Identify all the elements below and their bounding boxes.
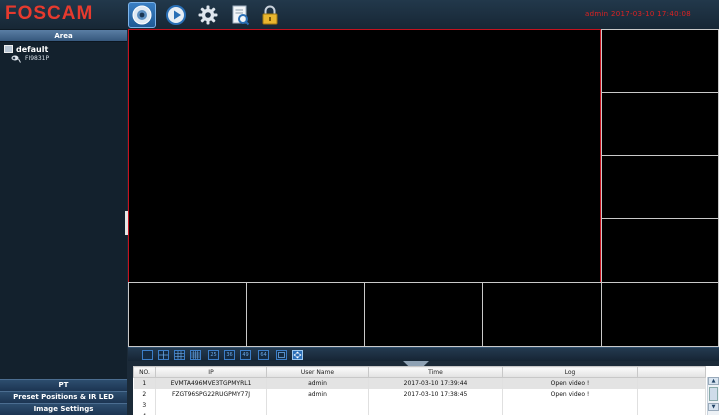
- cell-time: 2017-03-10 17:38:45: [368, 388, 503, 400]
- cell-ip: FZGT96SPG22RUGPMY77J: [155, 388, 267, 400]
- cell-user: [266, 399, 369, 411]
- layout-toolbar: 25 36 49 64: [128, 347, 719, 361]
- cell-user: admin: [266, 377, 369, 389]
- table-row[interactable]: 1 EVMTA496MVE3TGPMYRL1 admin 2017-03-10 …: [133, 377, 706, 389]
- column-header-ip[interactable]: IP: [155, 366, 267, 378]
- user-time-status: admin 2017-03-10 17:40:08: [584, 10, 691, 18]
- log-table: NO. IP User Name Time Log 1 EVMTA496MVE3…: [133, 366, 706, 415]
- cell-ip: [155, 410, 267, 415]
- layout-4-button[interactable]: [158, 350, 169, 360]
- grid-16-icon: [191, 351, 200, 359]
- tree-group-default[interactable]: default: [4, 44, 123, 54]
- grid-9-icon: [175, 351, 184, 359]
- foscam-logo: FOSCAM: [5, 3, 94, 24]
- live-view-button[interactable]: [128, 2, 156, 28]
- video-cell[interactable]: [364, 282, 483, 347]
- top-bar: FOSCAM admin 2017-03-10 17:40:08: [0, 0, 719, 30]
- column-header-spacer: [637, 366, 706, 378]
- layout-1-button[interactable]: [142, 350, 153, 360]
- playback-button[interactable]: [162, 2, 190, 28]
- table-row[interactable]: 2 FZGT96SPG22RUGPMY77J admin 2017-03-10 …: [133, 388, 706, 400]
- area-header[interactable]: Area: [0, 30, 127, 42]
- grid-4-icon: [159, 351, 168, 359]
- tree-camera-item[interactable]: FI9831P: [10, 54, 123, 63]
- column-header-log[interactable]: Log: [502, 366, 638, 378]
- layout-25-button[interactable]: 25: [208, 350, 219, 360]
- table-row[interactable]: 4: [133, 410, 706, 415]
- column-header-time[interactable]: Time: [368, 366, 503, 378]
- expand-arrows-icon: [293, 351, 302, 359]
- video-cell-main[interactable]: [128, 29, 601, 283]
- scroll-up-arrow-icon[interactable]: ▲: [708, 377, 719, 385]
- tree-group-label: default: [16, 44, 49, 54]
- layout-9-button[interactable]: [174, 350, 185, 360]
- preset-ir-panel-tab[interactable]: Preset Positions & IR LED: [0, 391, 127, 403]
- fullscreen-button[interactable]: [276, 350, 287, 360]
- column-header-user[interactable]: User Name: [266, 366, 369, 378]
- video-cell[interactable]: [601, 155, 719, 219]
- cell-ip: EVMTA496MVE3TGPMYRL1: [155, 377, 267, 389]
- video-cell[interactable]: [482, 282, 602, 347]
- image-settings-panel-tab[interactable]: Image Settings: [0, 403, 127, 415]
- log-scrollbar[interactable]: ▲ ▼: [707, 377, 719, 415]
- log-panel: NO. IP User Name Time Log 1 EVMTA496MVE3…: [133, 366, 719, 415]
- lock-button[interactable]: [256, 2, 284, 28]
- scroll-down-arrow-icon[interactable]: ▼: [708, 403, 719, 411]
- fullscreen-icon: [278, 352, 285, 358]
- left-panel: Area default FI9831P PT Preset Positions…: [0, 30, 127, 415]
- cell-no: 4: [133, 410, 156, 415]
- cell-log: [502, 399, 638, 411]
- cell-log: [502, 410, 638, 415]
- cell-time: 2017-03-10 17:39:44: [368, 377, 503, 389]
- cell-log: Open video !: [502, 388, 638, 400]
- cell-no: 2: [133, 388, 156, 400]
- lock-icon: [262, 5, 278, 25]
- pt-panel-tab[interactable]: PT: [0, 379, 127, 391]
- layout-36-button[interactable]: 36: [224, 350, 235, 360]
- column-header-no[interactable]: NO.: [133, 366, 156, 378]
- cell-time: [368, 399, 503, 411]
- webcam-icon: [11, 55, 21, 63]
- left-footer-menu: PT Preset Positions & IR LED Image Setti…: [0, 379, 127, 415]
- gear-icon: [198, 5, 218, 25]
- settings-button[interactable]: [194, 2, 222, 28]
- log-report-button[interactable]: [226, 2, 254, 28]
- fit-screen-button[interactable]: [292, 350, 303, 360]
- cell-log: Open video !: [502, 377, 638, 389]
- video-cell[interactable]: [601, 29, 719, 93]
- cell-user: [266, 410, 369, 415]
- video-cell[interactable]: [601, 218, 719, 283]
- video-cell[interactable]: [601, 92, 719, 156]
- layout-49-button[interactable]: 49: [240, 350, 251, 360]
- device-tree: default FI9831P: [0, 42, 127, 65]
- play-icon: [166, 5, 186, 25]
- video-cell[interactable]: [246, 282, 365, 347]
- layout-16-button[interactable]: [190, 350, 201, 360]
- document-search-icon: [232, 5, 250, 26]
- tree-camera-label: FI9831P: [25, 55, 50, 62]
- scroll-thumb[interactable]: [709, 387, 718, 401]
- video-cell[interactable]: [128, 282, 247, 347]
- table-row[interactable]: 3: [133, 399, 706, 411]
- layout-64-button[interactable]: 64: [258, 350, 269, 360]
- cell-time: [368, 410, 503, 415]
- cell-ip: [155, 399, 267, 411]
- cell-no: 1: [133, 377, 156, 389]
- cell-no: 3: [133, 399, 156, 411]
- group-icon: [4, 45, 13, 53]
- log-table-header: NO. IP User Name Time Log: [133, 366, 706, 378]
- cell-user: admin: [266, 388, 369, 400]
- video-cell[interactable]: [601, 282, 719, 347]
- video-grid: [128, 29, 719, 347]
- camera-icon: [132, 5, 152, 25]
